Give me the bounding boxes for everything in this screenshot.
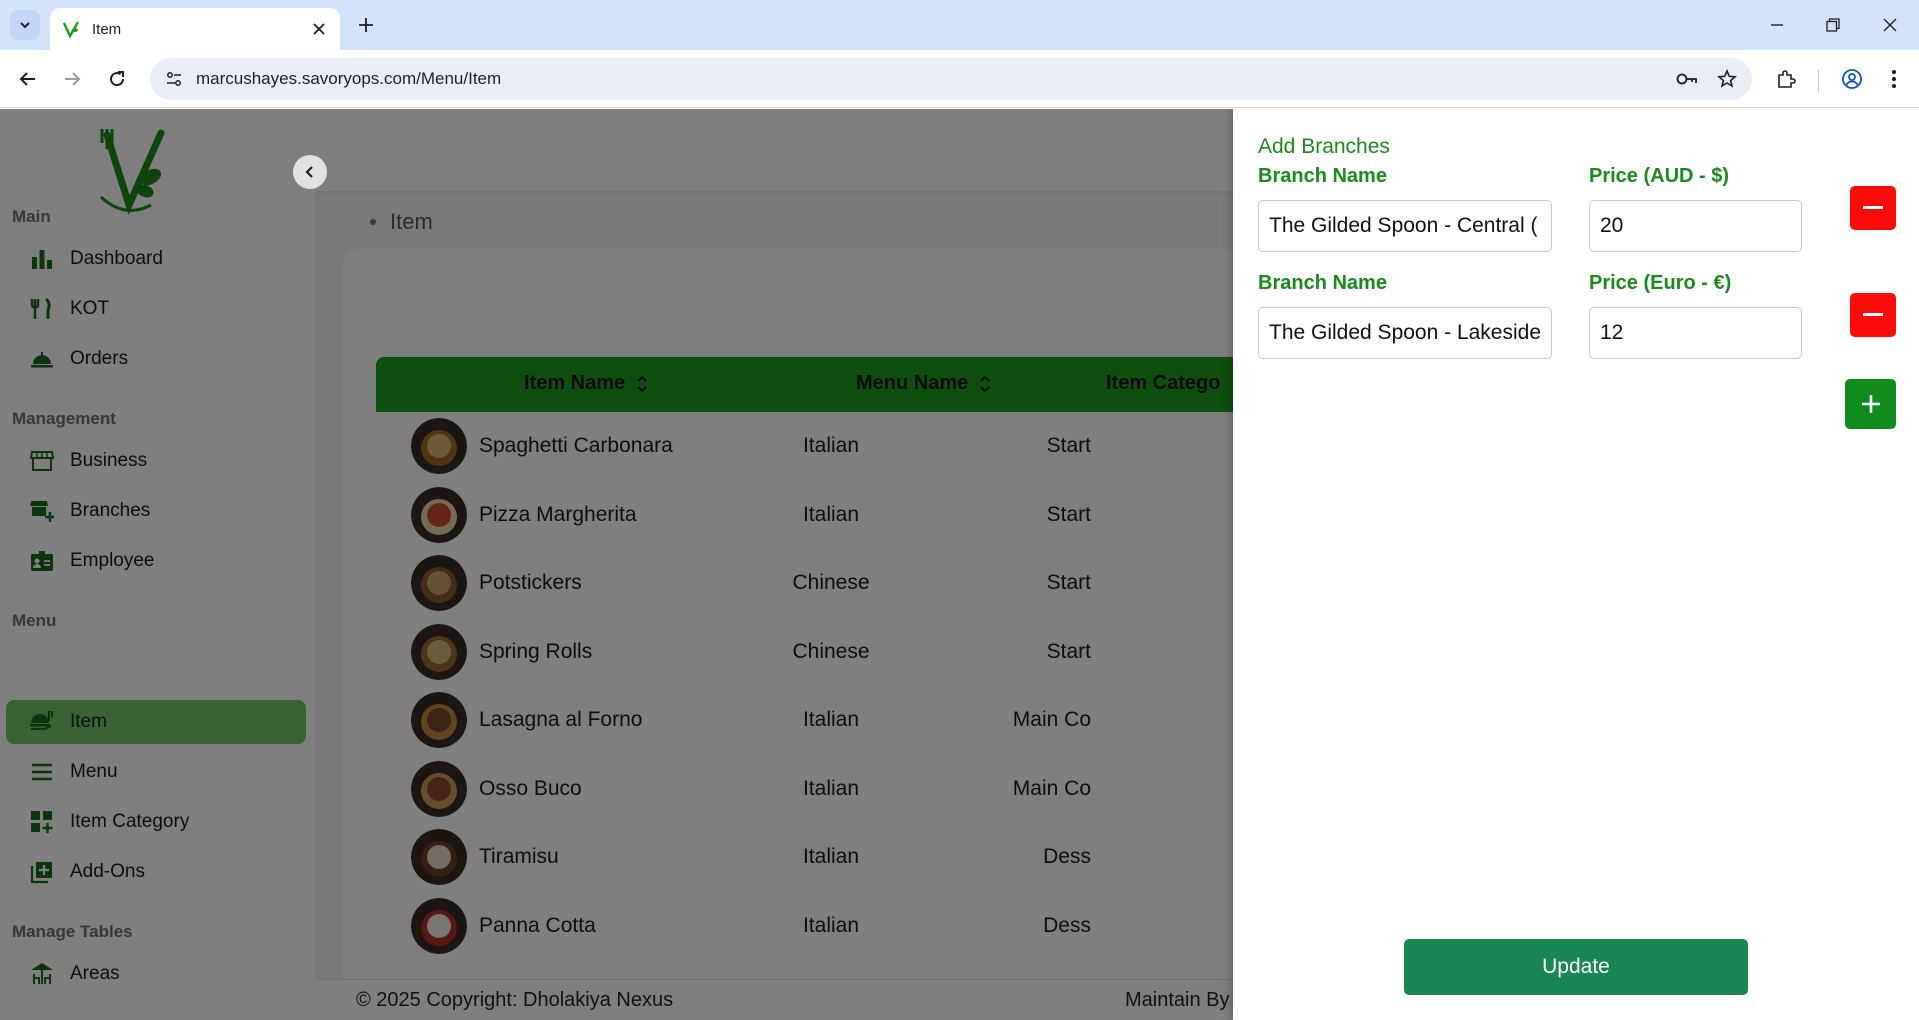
remove-branch-button[interactable] <box>1850 186 1896 230</box>
price-input[interactable]: 12 <box>1589 307 1802 359</box>
branch-name-label: Branch Name <box>1258 165 1387 187</box>
branch-name-input[interactable]: The Gilded Spoon - Lakeside <box>1258 307 1552 359</box>
plus-icon <box>1861 395 1880 413</box>
browser-tab[interactable]: Item <box>50 8 340 50</box>
price-label: Price (Euro - €) <box>1589 272 1732 294</box>
profile-avatar-icon[interactable] <box>1837 64 1867 94</box>
update-button[interactable]: Update <box>1404 939 1748 995</box>
browser-menu-kebab-icon[interactable] <box>1879 64 1909 94</box>
remove-branch-button[interactable] <box>1850 293 1896 337</box>
extensions-puzzle-icon[interactable] <box>1771 64 1801 94</box>
price-label: Price (AUD - $) <box>1589 165 1730 187</box>
restore-icon[interactable] <box>1819 12 1847 38</box>
browser-tab-bar: Item <box>0 0 1919 50</box>
price-input[interactable]: 20 <box>1589 200 1802 252</box>
minus-icon <box>1863 313 1883 316</box>
reload-icon[interactable] <box>102 64 132 94</box>
address-bar[interactable]: marcushayes.savoryops.com/Menu/Item <box>150 58 1752 100</box>
toolbar-divider <box>1818 70 1819 92</box>
tab-title: Item <box>92 20 122 38</box>
back-arrow-icon[interactable] <box>13 64 43 94</box>
drawer-title: Add Branches <box>1258 135 1390 158</box>
add-branch-button[interactable] <box>1845 379 1896 429</box>
site-favicon-icon <box>62 21 80 38</box>
site-info-icon[interactable] <box>162 67 186 91</box>
branch-name-input[interactable]: The Gilded Spoon - Central ( <box>1258 200 1552 252</box>
minus-icon <box>1863 206 1883 209</box>
app-root: Main Dashboard KOT Orders Management Bus… <box>0 109 1919 1020</box>
minimize-icon[interactable] <box>1763 12 1791 38</box>
url-text[interactable]: marcushayes.savoryops.com/Menu/Item <box>196 69 1672 89</box>
tab-close-icon[interactable] <box>310 20 328 38</box>
bookmark-star-icon[interactable] <box>1712 64 1742 94</box>
password-key-icon[interactable] <box>1672 64 1702 94</box>
forward-arrow-icon[interactable] <box>57 64 87 94</box>
sidebar-collapse-chevron-left-icon[interactable] <box>293 155 327 189</box>
branch-name-label: Branch Name <box>1258 272 1387 294</box>
window-close-icon[interactable] <box>1876 12 1904 38</box>
add-branches-drawer: Add Branches Branch Name Price (AUD - $)… <box>1233 109 1919 1020</box>
tab-search-chevron-down-icon[interactable] <box>10 10 40 40</box>
browser-toolbar: marcushayes.savoryops.com/Menu/Item <box>0 50 1919 108</box>
new-tab-plus-icon[interactable] <box>353 12 379 38</box>
